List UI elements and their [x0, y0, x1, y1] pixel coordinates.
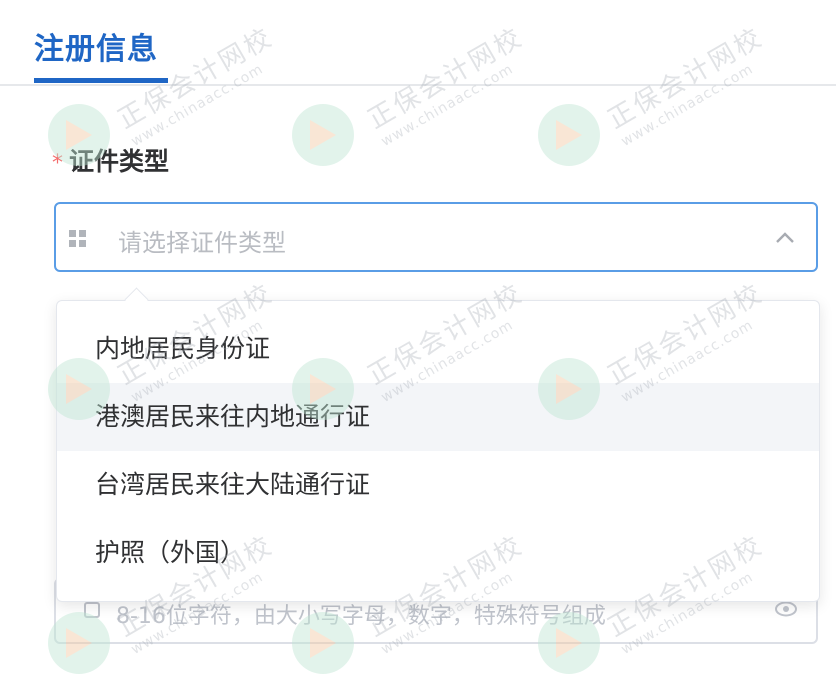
tab-bar: 注册信息 [0, 0, 836, 86]
id-type-dropdown: 内地居民身份证 港澳居民来往内地通行证 台湾居民来往大陆通行证 护照（外国） [56, 300, 820, 602]
option-foreign-passport[interactable]: 护照（外国） [57, 519, 819, 587]
tab-active-indicator [34, 78, 168, 83]
option-mainland-id-card[interactable]: 内地居民身份证 [57, 315, 819, 383]
option-hk-macau-permit[interactable]: 港澳居民来往内地通行证 [57, 383, 819, 451]
chevron-up-icon[interactable] [774, 228, 796, 248]
option-taiwan-permit[interactable]: 台湾居民来往大陆通行证 [57, 451, 819, 519]
watermark-logo [292, 104, 354, 166]
registration-page: 注册信息 * 证件类型 请选择证件类型 8-16位字符，由大小写字母，数字，特殊符… [0, 0, 836, 698]
password-placeholder: 8-16位字符，由大小写字母，数字，特殊符号组成 [116, 604, 606, 629]
eye-icon[interactable] [774, 600, 798, 618]
grid-icon [69, 230, 86, 247]
required-mark: * [52, 151, 63, 176]
id-type-label-text: 证件类型 [69, 147, 170, 176]
lock-icon [84, 602, 100, 618]
watermark-logo [538, 104, 600, 166]
tab-registration-info[interactable]: 注册信息 [34, 24, 158, 68]
id-type-select[interactable]: 请选择证件类型 [54, 202, 818, 272]
id-type-placeholder: 请选择证件类型 [118, 229, 286, 257]
id-type-label: * 证件类型 [52, 142, 169, 178]
